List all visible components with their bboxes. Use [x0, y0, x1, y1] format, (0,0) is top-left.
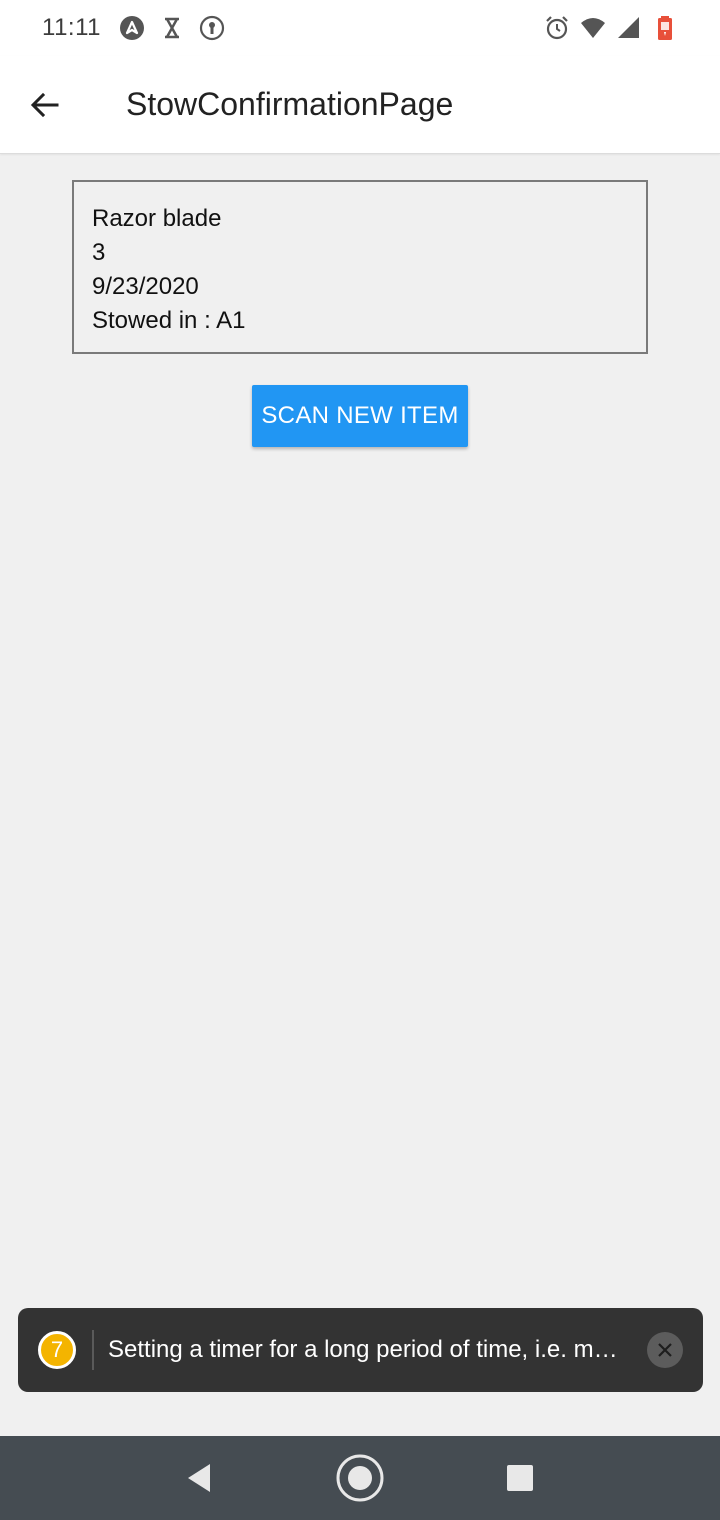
square-recents-icon — [507, 1465, 533, 1491]
status-right-icons — [544, 15, 678, 41]
hourglass-icon — [159, 15, 185, 41]
status-bar: 11:11 — [0, 0, 720, 56]
toast-divider — [92, 1330, 94, 1370]
back-arrow-icon — [30, 92, 59, 117]
warning-count-badge: 7 — [38, 1331, 76, 1369]
item-name: Razor blade — [92, 205, 222, 232]
screen: 11:11 StowConfirmationPage Razor blade 3… — [0, 0, 720, 1520]
battery-icon — [652, 15, 678, 41]
close-icon — [658, 1343, 672, 1357]
item-location: Stowed in : A1 — [92, 307, 246, 334]
triangle-back-icon — [188, 1464, 210, 1492]
status-left-icons — [119, 15, 225, 41]
item-details-card: Razor blade 3 9/23/2020 Stowed in : A1 — [72, 180, 648, 354]
toast-message: Setting a timer for a long period of tim… — [108, 1336, 629, 1363]
wifi-icon — [580, 15, 606, 41]
home-circle-icon — [336, 1454, 384, 1502]
nav-recents-button[interactable] — [490, 1448, 550, 1508]
status-time: 11:11 — [42, 14, 101, 41]
signal-icon — [616, 15, 642, 41]
item-date: 9/23/2020 — [92, 273, 199, 300]
system-nav-bar — [0, 1436, 720, 1520]
keyhole-icon — [199, 15, 225, 41]
item-quantity: 3 — [92, 239, 106, 266]
warning-toast[interactable]: 7 Setting a timer for a long period of t… — [18, 1308, 703, 1392]
page-title: StowConfirmationPage — [126, 86, 454, 122]
alarm-icon — [544, 15, 570, 41]
nav-home-button[interactable] — [330, 1448, 390, 1508]
toast-close-button[interactable] — [647, 1332, 683, 1368]
scan-new-item-button[interactable]: SCAN NEW ITEM — [252, 385, 468, 447]
back-button[interactable] — [17, 77, 73, 133]
app-bar: StowConfirmationPage — [0, 56, 720, 154]
nav-arrow-icon — [119, 15, 145, 41]
nav-back-button[interactable] — [170, 1448, 230, 1508]
